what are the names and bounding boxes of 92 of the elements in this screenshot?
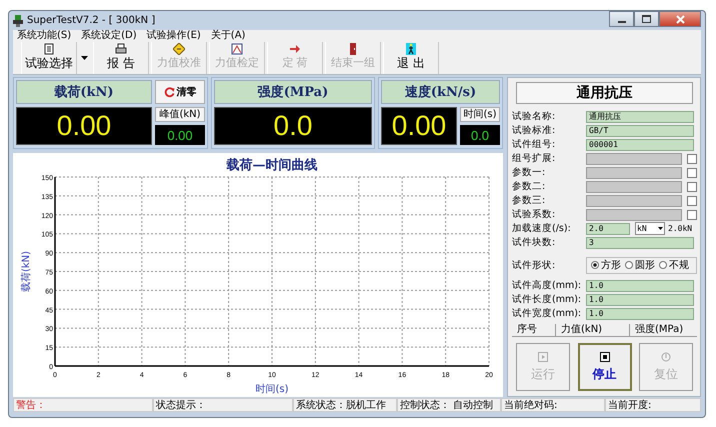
control-button[interactable]: 停止	[578, 343, 632, 391]
play-icon	[538, 352, 548, 362]
field-label: 加载速度(/s):	[512, 222, 572, 235]
axis-label: 时间(s)	[256, 384, 288, 395]
field-label: 试件组号:	[512, 138, 556, 151]
radio-option[interactable]: 圆形	[625, 258, 655, 272]
status-text: 警告：	[13, 398, 153, 412]
input-field[interactable]: 通用抗压	[586, 110, 694, 122]
caret-icon	[80, 56, 88, 60]
checkbox[interactable]	[687, 154, 697, 164]
meter-display: 0.00	[155, 125, 205, 145]
field-label: 参数一:	[512, 166, 546, 179]
menu-item[interactable]: 系统设定(D)	[81, 30, 137, 42]
field-label: 试件长度(mm):	[512, 293, 582, 306]
checkbox[interactable]	[687, 182, 697, 192]
menu-item[interactable]: 系统功能(S)	[17, 30, 72, 42]
meter-heading: 载荷(kN)	[16, 80, 152, 104]
status-text: 状态提示：	[153, 398, 293, 412]
input-field[interactable]	[586, 166, 682, 178]
radio-button[interactable]	[591, 261, 599, 269]
axis-label: 载荷(kN)	[21, 250, 32, 292]
radio-option[interactable]: 不规	[659, 258, 689, 272]
menu-item[interactable]: 关于(A)	[210, 30, 246, 42]
arrow-icon	[289, 43, 301, 55]
menu-item[interactable]: 试验操作(E)	[146, 30, 201, 42]
input-field[interactable]: 1.0	[586, 294, 694, 306]
meter-display: 0.00	[16, 107, 152, 145]
chart-title: 载荷—时间曲线	[226, 158, 318, 173]
field-label: 参数二:	[512, 180, 546, 193]
toolbar-button[interactable]: 试验选择	[21, 42, 77, 74]
input-field[interactable]: 3	[586, 236, 694, 248]
input-field[interactable]	[586, 180, 682, 192]
status-text: 控制状态： 自动控制	[397, 398, 501, 412]
meter-label: 时间(s)	[460, 107, 500, 122]
checkbox[interactable]	[687, 168, 697, 178]
radio-option[interactable]: 方形	[591, 258, 621, 272]
status-text: 当前开度:	[605, 398, 701, 412]
field-label: 试件块数:	[512, 236, 556, 249]
meter-heading: 速度(kN/s)	[381, 80, 500, 104]
input-field[interactable]	[586, 194, 682, 206]
refresh-icon	[164, 86, 174, 98]
door-icon	[347, 43, 359, 55]
checkbox[interactable]	[687, 196, 697, 206]
close-icon	[676, 14, 684, 24]
meter-display: 0.0	[214, 107, 372, 145]
speed-readout: 2.0kN	[668, 224, 692, 233]
clear-button[interactable]: 清零	[155, 80, 205, 104]
maximize-button[interactable]	[634, 11, 659, 27]
minimize-button[interactable]	[609, 11, 634, 27]
close-button[interactable]	[659, 11, 701, 27]
input-field[interactable]: GB/T	[586, 124, 694, 136]
input-field[interactable]: 2.0	[586, 222, 630, 234]
meter-display: 0.0	[460, 125, 500, 145]
status-text: 系统状态：脱机工作	[293, 398, 397, 412]
radio-button[interactable]	[659, 261, 667, 269]
test-type-heading: 通用抗压	[516, 82, 693, 104]
field-label: 试件宽度(mm):	[512, 307, 582, 320]
unit-dropdown[interactable]: kN	[635, 222, 665, 235]
input-field[interactable]: 000001	[586, 138, 694, 150]
app-icon	[13, 14, 23, 26]
field-label: 参数三:	[512, 194, 546, 207]
exit-icon	[405, 43, 417, 55]
stop-icon	[600, 352, 610, 362]
field-label: 组号扩展:	[512, 152, 556, 165]
checkbox[interactable]	[687, 210, 697, 220]
field-label: 试件高度(mm):	[512, 279, 582, 292]
meter-label: 峰值(kN)	[155, 107, 205, 122]
toolbar-button[interactable]: 报 告	[93, 42, 149, 74]
input-field[interactable]	[586, 208, 682, 220]
toolbar-button[interactable]: 退 出	[383, 42, 439, 74]
diamond-icon	[173, 43, 185, 55]
input-field[interactable]: 1.0	[586, 308, 694, 320]
meter-display: 0.00	[381, 107, 457, 145]
meter-heading: 强度(MPa)	[214, 80, 372, 104]
chart-icon	[231, 43, 243, 55]
status-text: 当前绝对码:	[501, 398, 605, 412]
form-icon	[43, 43, 55, 55]
input-field[interactable]: 1.0	[586, 280, 694, 292]
maximize-icon	[642, 15, 651, 23]
caret-icon	[658, 227, 663, 230]
radio-button[interactable]	[625, 261, 633, 269]
column-header: 强度(MPa)	[634, 324, 684, 336]
column-header: 力值(kN)	[556, 324, 630, 336]
field-label: 试验标准:	[512, 124, 556, 137]
field-label: 试验系数:	[512, 208, 556, 221]
printer-icon	[115, 43, 127, 55]
reset-icon	[661, 352, 671, 362]
field-label: 试验名称:	[512, 110, 556, 123]
input-field[interactable]	[586, 152, 682, 164]
window-title: SuperTestV7.2 - [ 300kN ]	[27, 15, 156, 26]
field-label: 试件形状:	[512, 258, 556, 272]
column-header: 序号	[512, 324, 556, 336]
